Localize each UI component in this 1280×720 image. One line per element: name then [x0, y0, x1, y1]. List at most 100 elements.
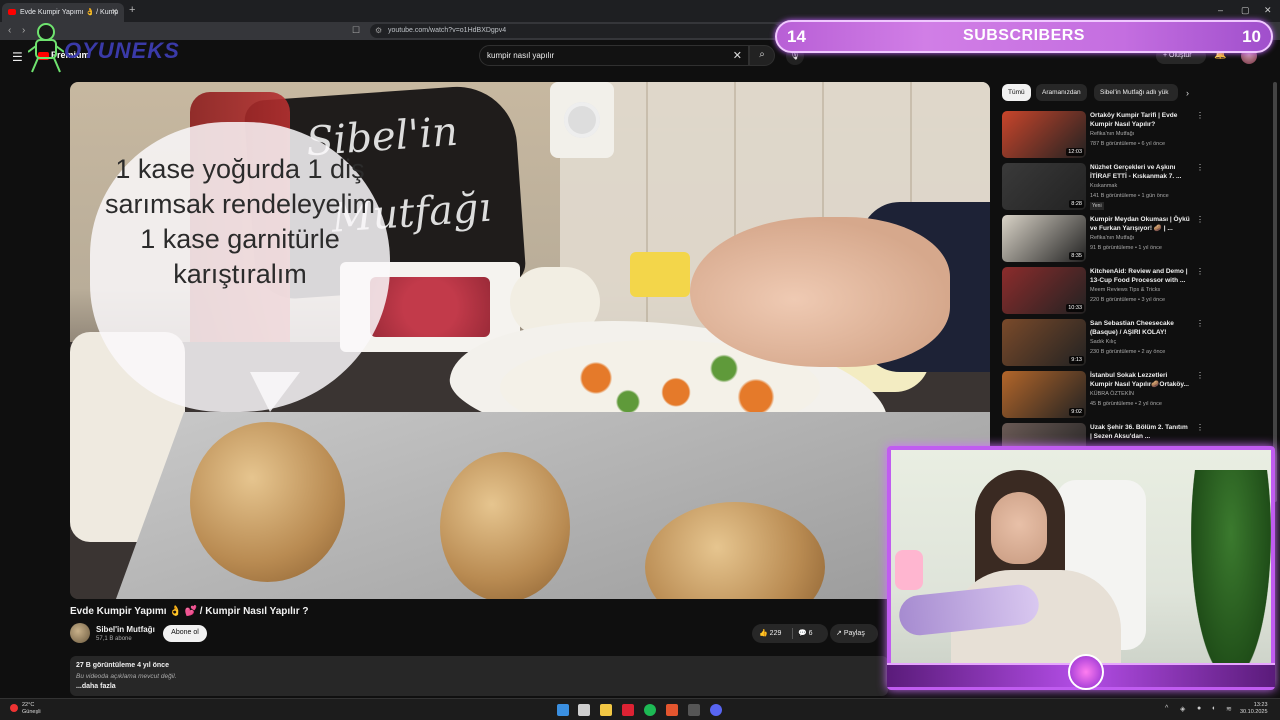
site-info-icon[interactable]: ⚙: [375, 26, 382, 35]
video-channel[interactable]: Refika'nın Mutfağı: [1090, 235, 1134, 241]
channel-name[interactable]: Sibel'in Mutfağı: [96, 625, 155, 634]
chip-channel[interactable]: Sibel'in Mutfağı adlı yük: [1094, 84, 1178, 101]
task-view-icon[interactable]: [578, 704, 590, 716]
video-title[interactable]: San Sebastian Cheesecake (Basque) / AŞIR…: [1090, 319, 1190, 337]
video-channel[interactable]: Kıskanmak: [1090, 183, 1117, 189]
new-tab-icon[interactable]: +: [129, 4, 135, 16]
video-channel[interactable]: KÜBRA ÖZTEKİN: [1090, 391, 1134, 397]
tab-title: Evde Kumpir Yapımı 👌 / Kump: [20, 9, 119, 16]
video-player[interactable]: Sibel'in Mutfağı 1 kase yoğurda 1 diş sa…: [70, 82, 990, 599]
menu-icon[interactable]: ☰: [12, 50, 23, 64]
video-channel[interactable]: Meem Reviews Tips & Tricks: [1090, 287, 1160, 293]
video-title[interactable]: Ortaköy Kumpir Tarifi | Evde Kumpir Nası…: [1090, 111, 1190, 129]
video-title: Evde Kumpir Yapımı 👌 💕 / Kumpir Nasıl Ya…: [70, 606, 309, 617]
wifi-icon[interactable]: ≋: [1226, 705, 1232, 713]
speech-bubble-tail: [250, 372, 300, 412]
close-window-icon[interactable]: ✕: [1264, 5, 1272, 16]
webcam-overlay: [887, 446, 1275, 690]
video-thumbnail[interactable]: 8:35: [1002, 215, 1086, 262]
video-thumbnail[interactable]: 9:13: [1002, 319, 1086, 366]
more-options-icon[interactable]: ⋮: [1196, 215, 1204, 224]
more-options-icon[interactable]: ⋮: [1196, 267, 1204, 276]
file-explorer-icon[interactable]: [600, 704, 612, 716]
browser-tab[interactable]: Evde Kumpir Yapımı 👌 / Kump ✕: [2, 3, 124, 22]
like-button[interactable]: 👍 229: [759, 629, 781, 637]
discord-icon[interactable]: [710, 704, 722, 716]
url-field[interactable]: ⚙ youtube.com/watch?v=o1HdBXDgpv4: [370, 24, 780, 38]
chevron-up-icon[interactable]: ^: [1165, 705, 1168, 712]
subscribe-button[interactable]: Abone ol: [163, 625, 207, 642]
youtube-favicon-icon: [8, 9, 16, 15]
more-options-icon[interactable]: ⋮: [1196, 423, 1204, 432]
network-icon[interactable]: ◈: [1180, 705, 1185, 713]
back-icon[interactable]: ‹: [8, 25, 11, 36]
video-thumbnail[interactable]: 10:33: [1002, 267, 1086, 314]
recommended-video[interactable]: 8:35 Kumpir Meydan Okuması | Öykü ve Furk…: [1002, 215, 1204, 265]
recommended-video[interactable]: 9:02 İstanbul Sokak Lezzetleri Kumpir Nas…: [1002, 371, 1204, 421]
wall-socket: [550, 82, 614, 158]
sidebar-scrollbar[interactable]: [1273, 82, 1277, 502]
channel-subscribers: 57,1 B abone: [96, 636, 132, 642]
video-duration: 9:02: [1069, 408, 1084, 416]
recommended-video[interactable]: 10:33 KitchenAid: Review and Demo | 13-Cu…: [1002, 267, 1204, 317]
minimize-icon[interactable]: –: [1218, 5, 1223, 15]
chip-from-search[interactable]: Aramanızdan: [1036, 84, 1087, 101]
obs-icon[interactable]: [622, 704, 634, 716]
video-channel[interactable]: Refika'nın Mutfağı: [1090, 131, 1134, 137]
video-thumbnail[interactable]: 9:02: [1002, 371, 1086, 418]
more-options-icon[interactable]: ⋮: [1196, 163, 1204, 172]
video-thumbnail[interactable]: 12:03: [1002, 111, 1086, 158]
webcam-badge-icon: [1068, 654, 1104, 690]
no-description: Bu videoda açıklama mevcut değil.: [76, 673, 177, 680]
bookmark-icon[interactable]: ☐: [352, 25, 360, 36]
description-box[interactable]: 27 B görüntüleme 4 yıl önce Bu videoda a…: [70, 656, 888, 696]
subs-label: SUBSCRIBERS: [963, 27, 1085, 44]
baked-potato-1: [190, 422, 345, 582]
video-title[interactable]: Uzak Şehir 36. Bölüm 2. Tanıtım | Sezen …: [1090, 423, 1190, 441]
video-title[interactable]: Kumpir Meydan Okuması | Öykü ve Furkan Y…: [1090, 215, 1190, 233]
recommended-video[interactable]: 8:28 Nüzhet Gerçekleri ve Aşkını İTİRAF E…: [1002, 163, 1204, 213]
weather-icon: [10, 704, 18, 712]
hand: [690, 217, 950, 367]
filter-chips: Tümü Aramanızdan Sibel'in Mutfağı adlı y…: [1002, 84, 1202, 102]
clock-time: 13:23: [1253, 702, 1268, 708]
baked-potato-2: [440, 452, 570, 599]
streamer-face: [991, 492, 1047, 564]
search-button[interactable]: ⌕: [749, 45, 775, 66]
maximize-icon[interactable]: ▢: [1241, 5, 1250, 16]
chip-all[interactable]: Tümü: [1002, 84, 1031, 101]
recommended-video[interactable]: 9:13 San Sebastian Cheesecake (Basque) / …: [1002, 319, 1204, 369]
more-options-icon[interactable]: ⋮: [1196, 371, 1204, 380]
view-count: 27 B görüntüleme 4 yıl önce: [76, 662, 169, 669]
weather-widget[interactable]: 22°C Güneşli: [10, 702, 41, 716]
more-options-icon[interactable]: ⋮: [1196, 111, 1204, 120]
video-meta: 220 B görüntüleme • 3 yıl önce: [1090, 297, 1165, 303]
new-badge: Yeni: [1090, 202, 1104, 210]
show-more-link[interactable]: ...daha fazla: [76, 683, 116, 690]
clear-search-icon[interactable]: ✕: [733, 49, 742, 62]
app-icon[interactable]: [688, 704, 700, 716]
channel-avatar[interactable]: [70, 623, 90, 643]
comments-button[interactable]: 💬 6: [798, 629, 813, 637]
brave-icon[interactable]: [666, 704, 678, 716]
forward-icon[interactable]: ›: [22, 25, 25, 36]
chevron-right-icon[interactable]: ›: [1186, 88, 1189, 98]
video-thumbnail[interactable]: 8:28: [1002, 163, 1086, 210]
recommended-video[interactable]: 12:03 Ortaköy Kumpir Tarifi | Evde Kumpir…: [1002, 111, 1204, 161]
more-options-icon[interactable]: ⋮: [1196, 319, 1204, 328]
share-button[interactable]: ↗ Paylaş: [830, 624, 878, 643]
video-channel[interactable]: Sadık Kılıç: [1090, 339, 1116, 345]
clock[interactable]: 13:23 30.10.2025: [1240, 702, 1268, 716]
search-input[interactable]: kumpir nasıl yapılır ✕: [479, 45, 749, 66]
volume-icon[interactable]: ◐: [1212, 705, 1216, 712]
start-icon[interactable]: [557, 704, 569, 716]
mic-tray-icon[interactable]: ●: [1197, 705, 1201, 712]
close-tab-icon[interactable]: ✕: [111, 7, 118, 16]
video-title[interactable]: KitchenAid: Review and Demo | 13-Cup Foo…: [1090, 267, 1190, 285]
video-title[interactable]: İstanbul Sokak Lezzetleri Kumpir Nasıl Y…: [1090, 371, 1190, 389]
video-title[interactable]: Nüzhet Gerçekleri ve Aşkını İTİRAF ETTİ …: [1090, 163, 1190, 181]
stream-brand-logo: OYUNEKS: [27, 22, 208, 74]
spotify-icon[interactable]: [644, 704, 656, 716]
video-meta: 91 B görüntüleme • 1 yıl önce: [1090, 245, 1162, 251]
browser-tabstrip: Evde Kumpir Yapımı 👌 / Kump ✕ + – ▢ ✕: [0, 0, 1280, 22]
